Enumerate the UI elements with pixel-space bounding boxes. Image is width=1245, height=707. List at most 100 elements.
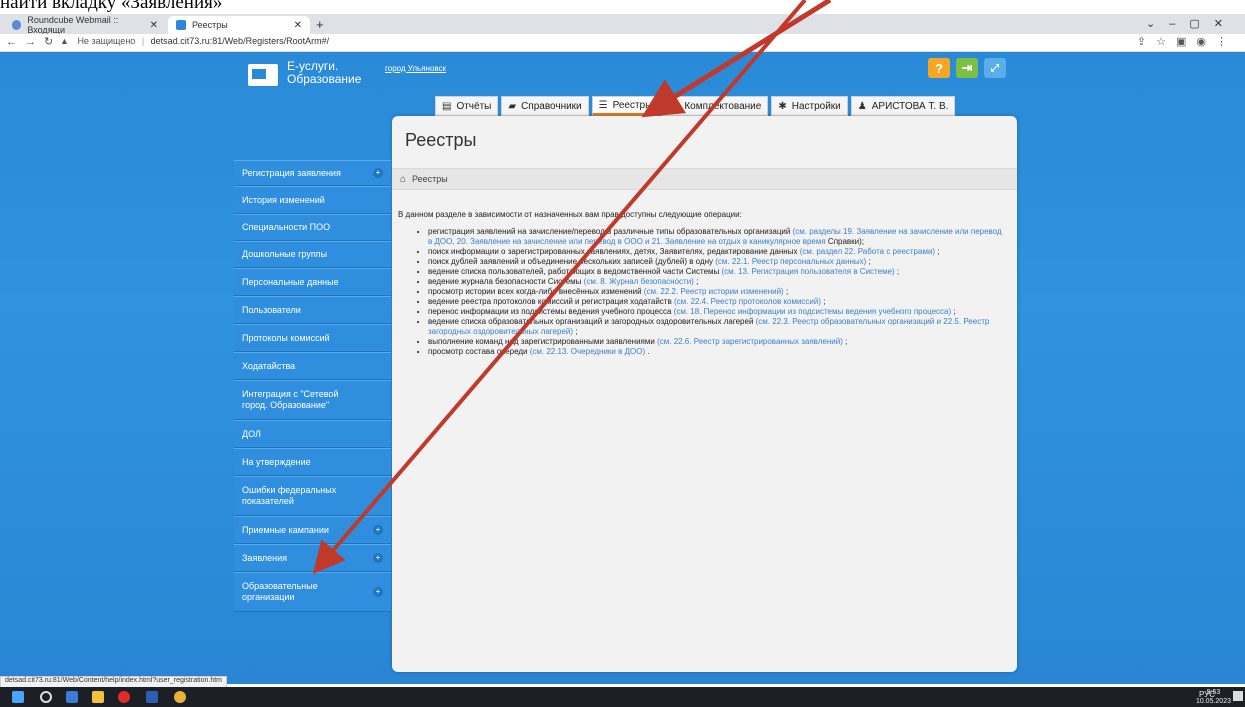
item-link[interactable]: (см. 22.2. Реестр истории изменений) bbox=[644, 287, 784, 296]
item-tail: ; bbox=[696, 277, 699, 286]
sidebar-item[interactable]: Пользователи bbox=[234, 296, 391, 324]
clock[interactable]: 9:53 10.05.2023 bbox=[1196, 688, 1231, 706]
list-item: ведение списка пользователей, работающих… bbox=[428, 267, 1003, 277]
word-icon[interactable] bbox=[146, 691, 158, 703]
sidebar-item[interactable]: Персональные данные bbox=[234, 268, 391, 296]
tab-reports[interactable]: ▤ Отчёты bbox=[435, 96, 499, 116]
browser-toolbar-icons[interactable]: ⇪☆▣◉⋮ bbox=[1137, 35, 1237, 48]
sidebar-item[interactable]: Интеграция с "Сетевой город. Образование… bbox=[234, 380, 391, 420]
tab-staffing[interactable]: ▬ Комплектование bbox=[662, 96, 769, 116]
sidebar-item[interactable]: Приемные кампании + bbox=[234, 516, 391, 544]
sidebar-item-label: Интеграция с "Сетевой город. Образование… bbox=[242, 389, 339, 410]
sidebar-item-label: Пользователи bbox=[242, 304, 301, 315]
list-item: ведение списка образовательных организац… bbox=[428, 317, 1003, 337]
fullscreen-button[interactable]: ⤢ bbox=[984, 58, 1006, 78]
sidebar-item[interactable]: На утверждение bbox=[234, 448, 391, 476]
sidebar-item[interactable]: Ходатайства bbox=[234, 352, 391, 380]
breadcrumb: ⌂ Реестры bbox=[392, 168, 1017, 190]
sidebar: Регистрация заявления + История изменений С… bbox=[234, 160, 391, 612]
content-panel: Реестры ⌂ Реестры В данном разделе в зав… bbox=[392, 116, 1017, 672]
tab-directories[interactable]: ▰ Справочники bbox=[501, 96, 589, 116]
breadcrumb-item[interactable]: Реестры bbox=[412, 174, 448, 184]
sidebar-item-label: Ошибки федеральных показателей bbox=[242, 485, 337, 506]
browser-tab-registers[interactable]: Реестры ✕ bbox=[168, 16, 310, 34]
logout-button[interactable]: ⇥ bbox=[956, 58, 978, 78]
url-field[interactable]: ▲ Не защищено | detsad.cit73.ru:81/Web/R… bbox=[60, 36, 329, 46]
expand-icon[interactable]: + bbox=[373, 168, 383, 178]
item-tail: ; bbox=[575, 327, 578, 336]
address-bar: ←→↻ ▲ Не защищено | detsad.cit73.ru:81/W… bbox=[0, 34, 1245, 52]
item-text: ведение списка пользователей, работающих… bbox=[428, 267, 720, 276]
operations-list: регистрация заявлений на зачисление/пере… bbox=[398, 227, 1003, 357]
item-text: выполнение команд над зарегистрированным… bbox=[428, 337, 655, 346]
expand-icon[interactable]: + bbox=[373, 587, 383, 597]
item-link[interactable]: (см. раздел 22. Работа с реестрами) bbox=[800, 247, 935, 256]
item-tail: Справки); bbox=[827, 237, 865, 246]
main-menu: ▤ Отчёты ▰ Справочники ☰ Реестры ▬ Комплекто… bbox=[435, 96, 958, 118]
expand-icon[interactable]: + bbox=[373, 553, 383, 563]
sidebar-item-label: Персональные данные bbox=[242, 276, 339, 287]
tab-settings[interactable]: ✱ Настройки bbox=[771, 96, 848, 116]
sidebar-item[interactable]: Дошкольные группы bbox=[234, 241, 391, 268]
close-icon[interactable]: ✕ bbox=[150, 20, 158, 31]
sidebar-item[interactable]: Регистрация заявления + bbox=[234, 160, 391, 186]
site-icon bbox=[176, 20, 186, 30]
task-view-icon[interactable] bbox=[66, 691, 78, 703]
page-title: Реестры bbox=[405, 130, 477, 150]
item-tail: ; bbox=[937, 247, 940, 256]
browser-tabstrip: Roundcube Webmail :: Входящи ✕ Реестры ✕… bbox=[0, 14, 1245, 35]
item-text: регистрация заявлений на зачисление/пере… bbox=[428, 227, 791, 236]
logout-icon: ⇥ bbox=[961, 60, 973, 75]
sidebar-item[interactable]: Протоколы комиссий bbox=[234, 324, 391, 352]
item-link[interactable]: (см. 22.1. Реестр персональных данных) bbox=[715, 257, 866, 266]
item-text: просмотр истории всех когда-либо внесённ… bbox=[428, 287, 642, 296]
tab-title: Реестры bbox=[192, 20, 228, 30]
expand-icon[interactable]: + bbox=[373, 525, 383, 535]
nav-buttons[interactable]: ←→↻ bbox=[6, 35, 61, 48]
sidebar-item-label: Приемные кампании bbox=[242, 524, 329, 535]
opera-icon[interactable] bbox=[118, 691, 130, 703]
item-tail: ; bbox=[896, 267, 900, 276]
sidebar-item[interactable]: Заявления + bbox=[234, 544, 391, 572]
tab-registers[interactable]: ☰ Реестры bbox=[591, 96, 660, 116]
home-icon[interactable]: ⌂ bbox=[400, 174, 406, 185]
fullscreen-icon: ⤢ bbox=[991, 62, 999, 74]
item-link[interactable]: (см. 8. Журнал безопасности) bbox=[584, 277, 694, 286]
clock-time: 9:53 bbox=[1206, 689, 1221, 696]
notifications-icon[interactable] bbox=[1233, 691, 1243, 701]
city-link[interactable]: город Ульяновск bbox=[385, 64, 446, 73]
help-button[interactable]: ? bbox=[928, 58, 950, 78]
item-link[interactable]: (см. 18. Перенос информации из подсистем… bbox=[674, 307, 951, 316]
user-icon: ♟ bbox=[857, 100, 867, 112]
window-controls[interactable]: ⌄–▢✕ bbox=[1146, 17, 1237, 30]
item-link[interactable]: (см. 22.13. Очередники в ДОО) bbox=[530, 347, 645, 356]
taskbar: РУС 9:53 10.05.2023 bbox=[0, 687, 1245, 707]
search-icon[interactable] bbox=[40, 691, 52, 703]
file-explorer-icon[interactable] bbox=[92, 691, 104, 703]
list-item: ведение реестра протоколов комиссий и ре… bbox=[428, 297, 1003, 307]
sidebar-item[interactable]: ДОЛ bbox=[234, 420, 391, 448]
item-link[interactable]: (см. 22.6. Реестр зарегистрированных зая… bbox=[657, 337, 843, 346]
sidebar-item-label: ДОЛ bbox=[242, 428, 261, 439]
item-text: поиск информации о зарегистрированных за… bbox=[428, 247, 798, 256]
item-link[interactable]: (см. 22.4. Реестр протоколов комиссий) bbox=[674, 297, 821, 306]
sidebar-item[interactable]: Ошибки федеральных показателей bbox=[234, 476, 391, 516]
new-tab-button[interactable]: + bbox=[316, 17, 324, 32]
browser-tab-roundcube[interactable]: Roundcube Webmail :: Входящи ✕ bbox=[4, 15, 166, 35]
item-tail: ; bbox=[845, 337, 848, 346]
sidebar-item[interactable]: История изменений bbox=[234, 186, 391, 214]
list-item: просмотр состава очереди (см. 22.13. Оче… bbox=[428, 347, 1003, 357]
item-tail: ; bbox=[868, 257, 871, 266]
chrome-icon[interactable] bbox=[174, 691, 186, 703]
item-text: поиск дублей заявлений и объединение нес… bbox=[428, 257, 714, 266]
close-icon[interactable]: ✕ bbox=[294, 20, 302, 31]
sidebar-item-label: Заявления bbox=[242, 552, 288, 563]
windows-start-icon[interactable] bbox=[12, 691, 24, 703]
sidebar-item[interactable]: Специальности ПОО bbox=[234, 214, 391, 241]
gear-icon: ✱ bbox=[778, 100, 787, 112]
sidebar-item[interactable]: Образовательные организации + bbox=[234, 572, 391, 612]
item-link[interactable]: (см. 13. Регистрация пользователя в Сист… bbox=[722, 267, 895, 276]
tab-user[interactable]: ♟ АРИСТОВА Т. В. bbox=[850, 96, 956, 116]
roundcube-icon bbox=[12, 20, 22, 30]
list-item: просмотр истории всех когда-либо внесённ… bbox=[428, 287, 1003, 297]
